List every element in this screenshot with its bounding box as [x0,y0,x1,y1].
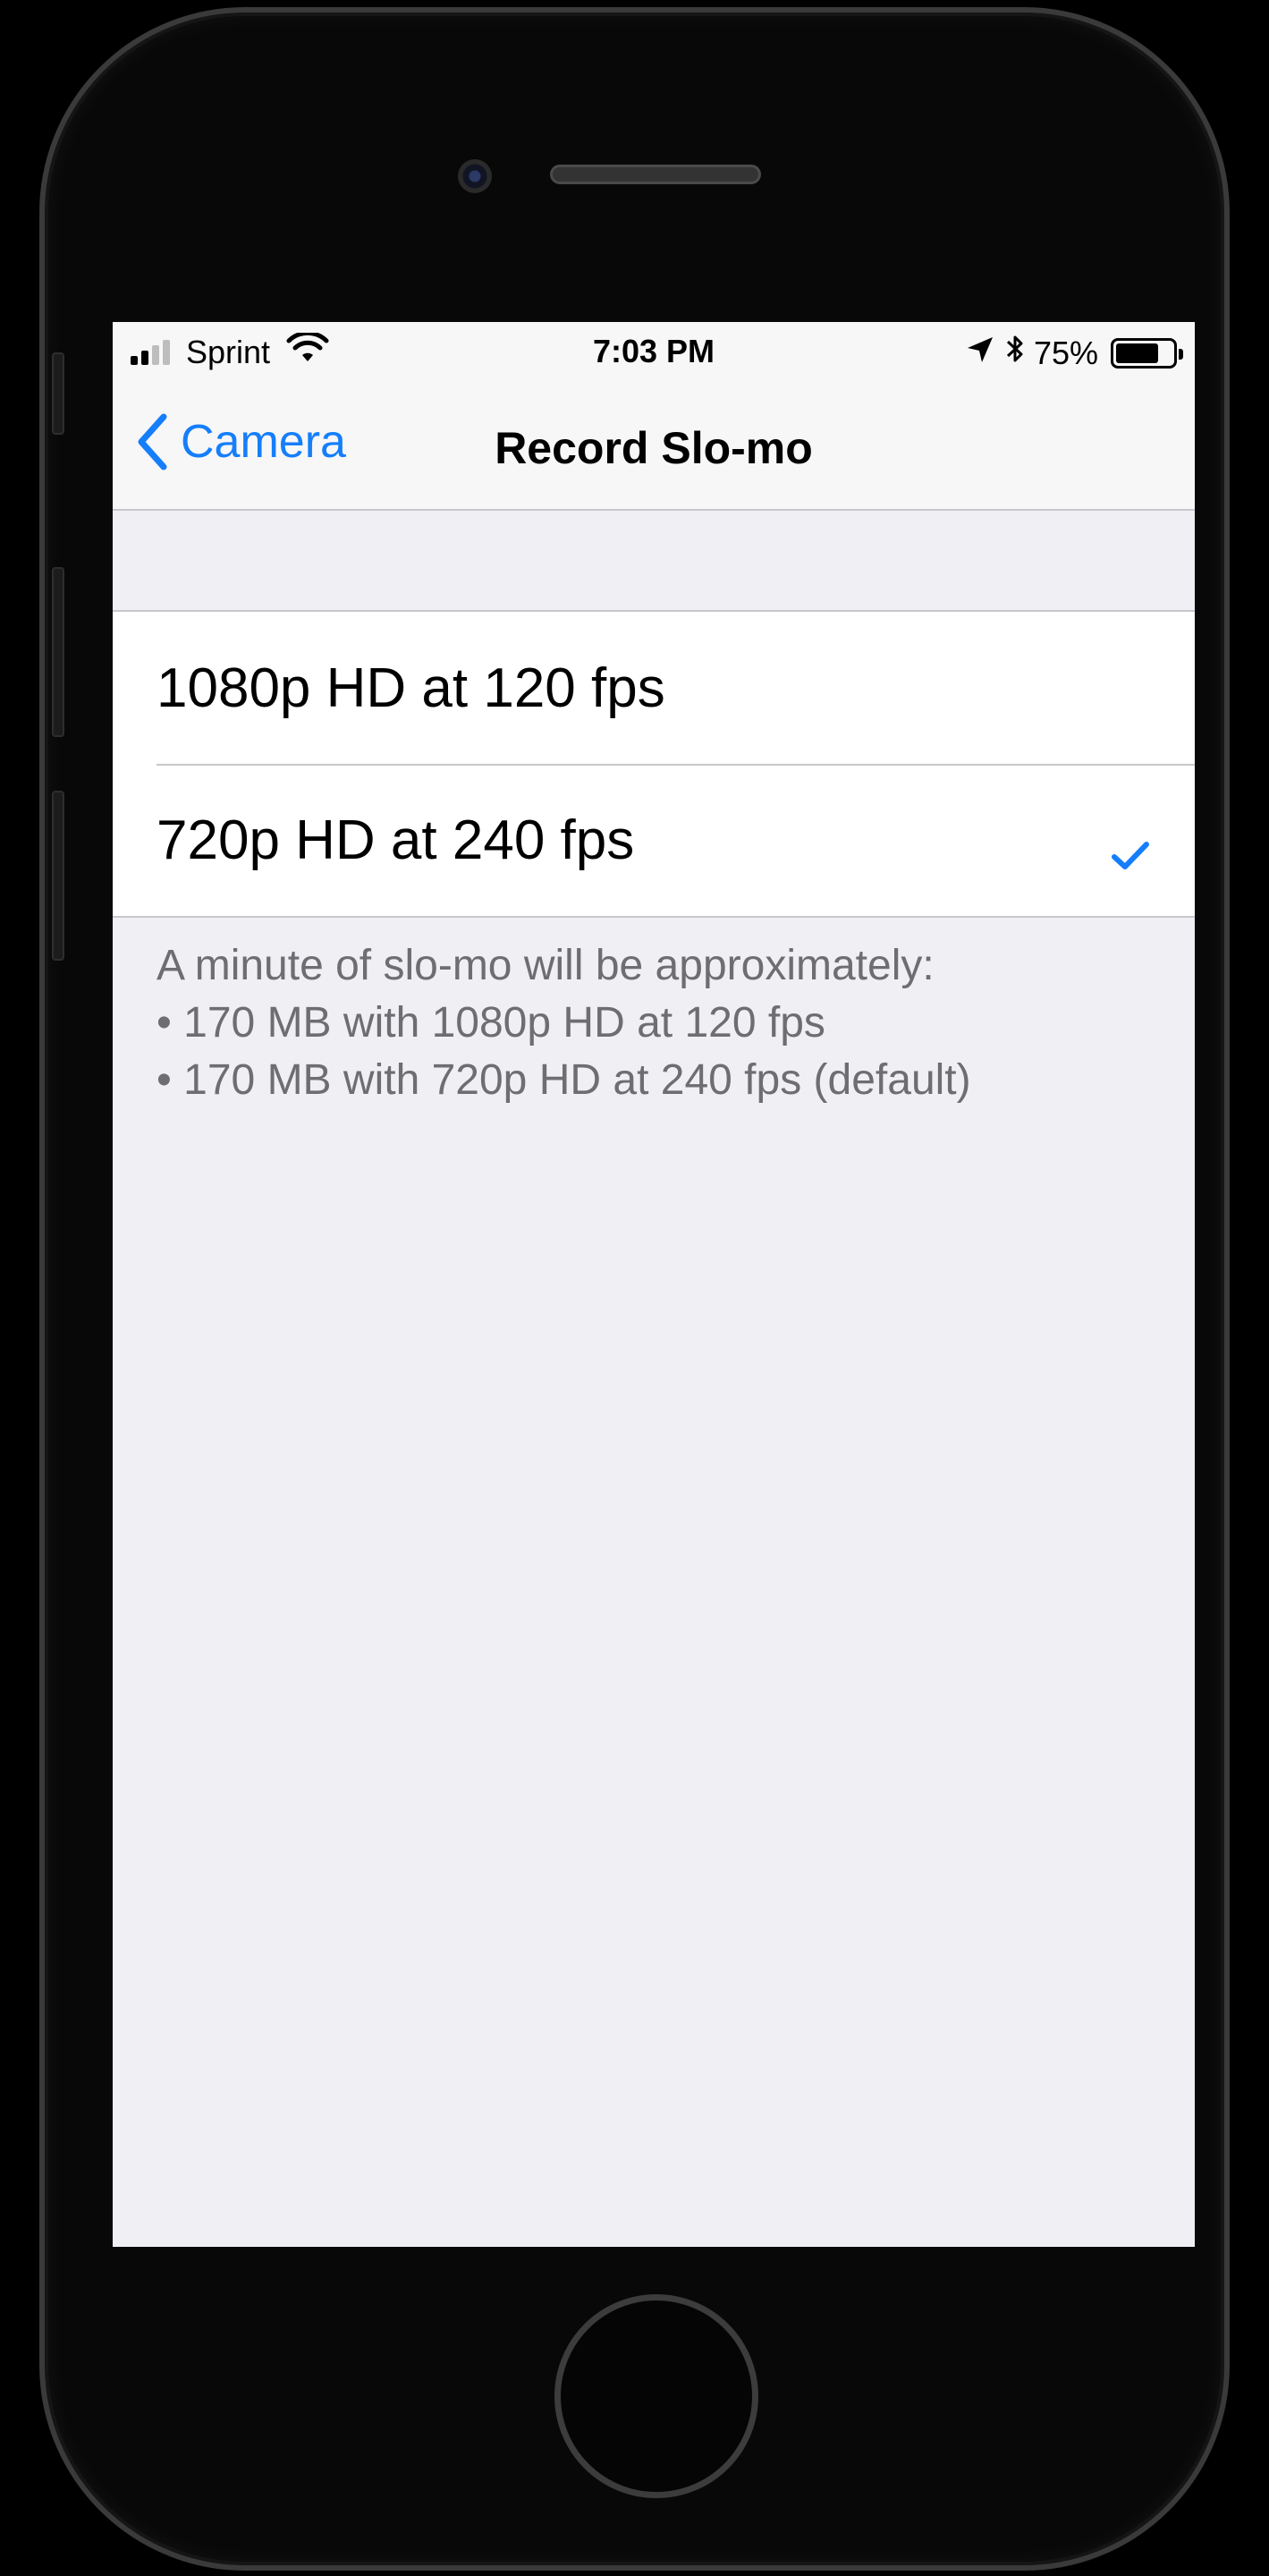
status-bar: Sprint 7:03 PM 75% [113,322,1195,385]
battery-percentage: 75% [1033,334,1098,371]
option-label: 720p HD at 240 fps [157,809,635,871]
option-label: 1080p HD at 120 fps [157,657,665,719]
checkmark-icon [1111,821,1150,885]
battery-icon [1111,337,1183,369]
storage-note: A minute of slo-mo will be approximately… [157,937,1158,1109]
home-button[interactable] [554,2294,758,2498]
location-icon [966,335,994,372]
battery-fill [1116,343,1158,363]
status-right: 75% [966,333,1183,373]
bluetooth-icon [1005,333,1025,373]
mute-switch [52,352,64,435]
volume-up-button [52,567,64,737]
earpiece-speaker [550,165,761,184]
storage-note-intro: A minute of slo-mo will be approximately… [157,942,935,989]
screen: Sprint 7:03 PM 75% Camera Record Slo-mo … [113,322,1195,2247]
front-camera [458,159,492,193]
navigation-bar: Camera Record Slo-mo [113,385,1195,511]
page-title: Record Slo-mo [495,423,813,473]
option-1080p-120fps[interactable]: 1080p HD at 120 fps [113,612,1195,764]
battery-tip [1179,348,1183,360]
volume-down-button [52,791,64,961]
storage-note-line: • 170 MB with 1080p HD at 120 fps [157,999,825,1046]
storage-note-line: • 170 MB with 720p HD at 240 fps (defaul… [157,1056,971,1104]
option-720p-240fps[interactable]: 720p HD at 240 fps [113,764,1195,916]
slo-mo-options: 1080p HD at 120 fps 720p HD at 240 fps [113,610,1195,918]
